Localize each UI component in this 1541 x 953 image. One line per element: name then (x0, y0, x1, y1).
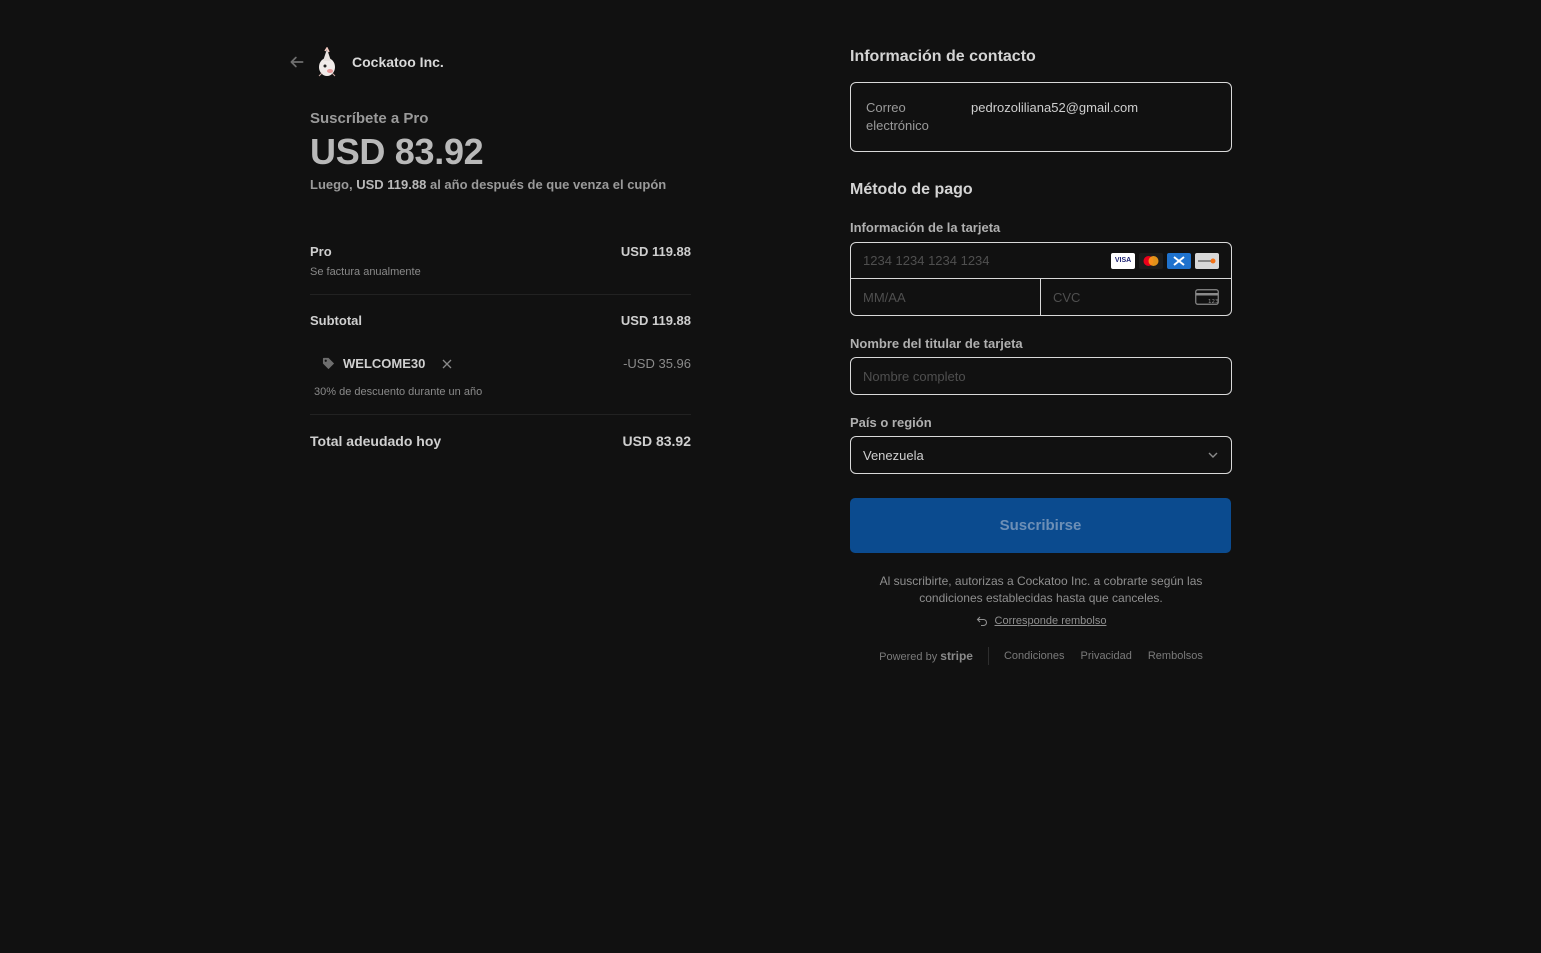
divider (310, 294, 691, 295)
refunds-link[interactable]: Rembolsos (1148, 650, 1203, 662)
expiry-input[interactable]: MM/AA (851, 279, 1041, 315)
terms-text: Al suscribirte, autorizas a Cockatoo Inc… (879, 574, 1203, 605)
back-arrow-icon[interactable] (288, 53, 306, 71)
email-value: pedrozoliliana52@gmail.com (971, 100, 1139, 115)
cvc-placeholder: CVC (1053, 289, 1081, 305)
mastercard-icon (1139, 252, 1163, 269)
card-number-input[interactable]: 1234 1234 1234 1234 VISA (851, 243, 1231, 279)
stripe-logo: stripe (940, 649, 973, 663)
coupon-description: 30% de descuento durante un año (314, 386, 483, 398)
country-select[interactable]: Venezuela (850, 436, 1232, 474)
country-value: Venezuela (863, 447, 924, 463)
visa-icon: VISA (1111, 252, 1135, 269)
cardholder-label: Nombre del titular de tarjeta (850, 336, 1023, 351)
cvc-card-icon: 123 (1195, 289, 1219, 305)
line-item-name: Pro (310, 244, 332, 259)
powered-by[interactable]: Powered by stripe (879, 649, 973, 663)
divider (310, 414, 691, 415)
total-label: Total adeudado hoy (310, 433, 442, 449)
line-item-price: USD 119.88 (620, 244, 691, 259)
amex-icon (1167, 252, 1191, 269)
subtotal-label: Subtotal (310, 313, 362, 328)
total-row: Total adeudado hoy USD 83.92 (310, 433, 691, 449)
powered-by-label: Powered by (879, 651, 938, 663)
card-input-group: 1234 1234 1234 1234 VISA MM/AA CVC 123 (850, 242, 1232, 316)
line-items: Pro Se factura anualmente USD 119.88 Sub… (310, 244, 691, 449)
renewal-amount: USD 119.88 (356, 177, 427, 192)
email-label: Correo electrónico (866, 100, 929, 133)
coupon-chip: WELCOME30 (322, 356, 453, 371)
privacy-link[interactable]: Privacidad (1081, 650, 1132, 662)
coupon-code: WELCOME30 (343, 356, 426, 371)
renewal-prefix: Luego, (310, 177, 353, 192)
terms-link[interactable]: Condiciones (1004, 650, 1065, 662)
checkout-form: Información de contacto Correo electróni… (850, 48, 1232, 665)
refund-link[interactable]: Corresponde rembolso (995, 615, 1107, 627)
chevron-down-icon (1208, 452, 1218, 458)
card-number-placeholder: 1234 1234 1234 1234 (863, 253, 990, 268)
country-label: País o región (850, 415, 932, 430)
tag-icon (322, 357, 335, 370)
undo-icon (976, 616, 987, 627)
price-summary: Suscríbete a Pro USD 83.92 Luego, USD 11… (310, 110, 691, 192)
coupon-discount: -USD 35.96 (623, 356, 691, 371)
merchant-logo (318, 47, 336, 77)
card-bottom-row: MM/AA CVC 123 (851, 279, 1231, 315)
subscribe-title: Suscríbete a Pro (310, 110, 429, 127)
payment-title: Método de pago (850, 181, 973, 198)
cardholder-input[interactable]: Nombre completo (850, 357, 1232, 395)
expiry-placeholder: MM/AA (863, 289, 906, 305)
card-info-label: Información de la tarjeta (850, 220, 1001, 235)
subtotal-row: Subtotal USD 119.88 (310, 313, 691, 328)
cvc-input[interactable]: CVC 123 (1041, 279, 1231, 315)
line-item-billing: Se factura anualmente (310, 266, 421, 278)
remove-coupon-icon[interactable] (441, 358, 453, 370)
renewal-note: Luego, USD 119.88 al año después de que … (310, 177, 691, 192)
contact-title: Información de contacto (850, 48, 1036, 65)
cardholder-placeholder: Nombre completo (863, 368, 966, 384)
subtotal-value: USD 119.88 (620, 313, 691, 328)
order-summary-panel: Cockatoo Inc. Suscríbete a Pro USD 83.92… (288, 44, 691, 449)
discover-icon (1195, 252, 1219, 269)
email-field[interactable]: Correo electrónico pedrozoliliana52@gmai… (850, 82, 1232, 152)
subscribe-button[interactable]: Suscribirse (850, 498, 1231, 553)
line-item-pro: Pro Se factura anualmente USD 119.88 (310, 244, 691, 278)
renewal-suffix: al año después de que venza el cupón (429, 177, 667, 192)
coupon-row: WELCOME30 -USD 35.96 (310, 356, 691, 371)
refund-policy: Corresponde rembolso (850, 615, 1232, 627)
price-amount: USD 83.92 (310, 131, 484, 172)
footer-divider (987, 647, 989, 665)
merchant-name: Cockatoo Inc. (352, 54, 444, 70)
footer: Powered by stripe Condiciones Privacidad… (850, 647, 1232, 665)
svg-text:123: 123 (1208, 299, 1219, 305)
card-brands: VISA (1111, 252, 1219, 269)
merchant-header: Cockatoo Inc. (288, 44, 691, 80)
total-value: USD 83.92 (622, 433, 691, 449)
